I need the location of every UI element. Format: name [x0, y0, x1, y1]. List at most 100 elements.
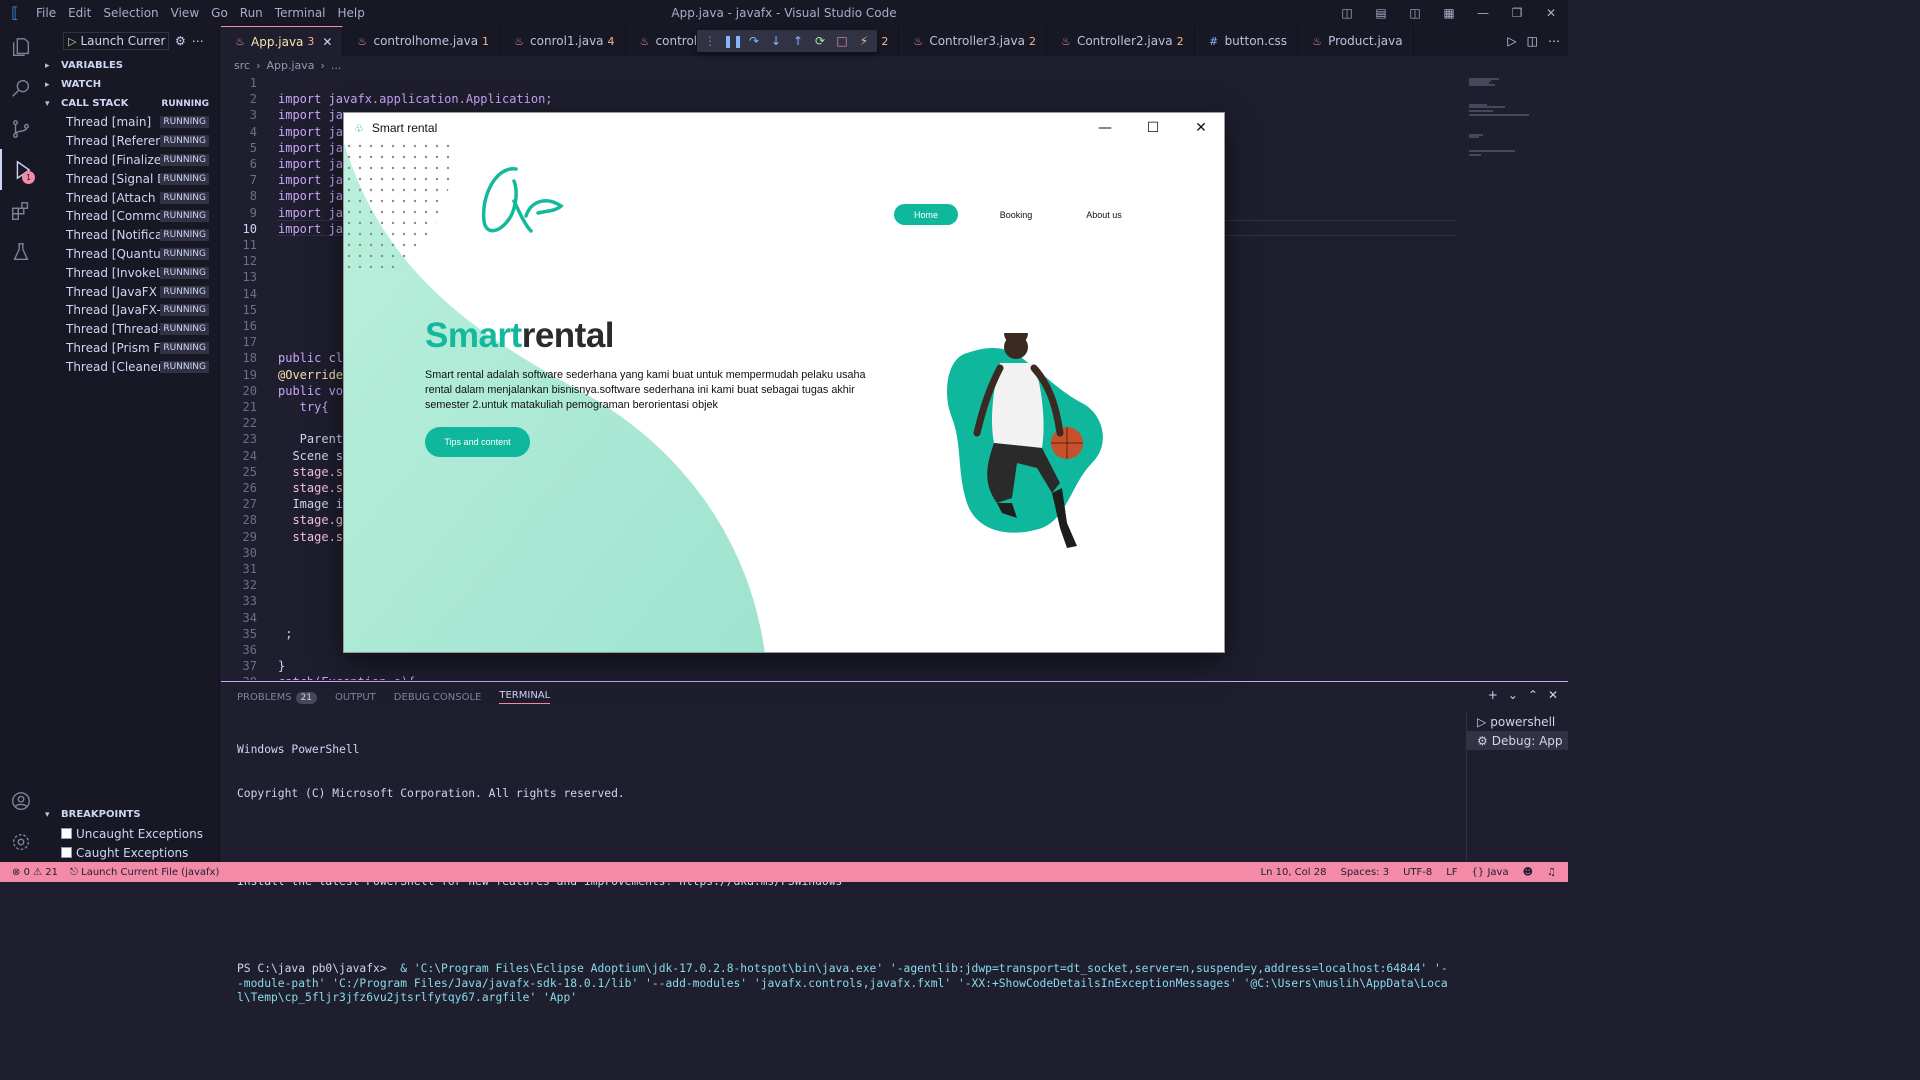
problems-status[interactable]: ⊗ 0 ⚠ 21 — [12, 867, 58, 878]
minimap[interactable] — [1463, 74, 1568, 680]
call-stack-thread[interactable]: Thread [main] RUNNING — [41, 113, 219, 132]
tab-debug-console[interactable]: DEBUG CONSOLE — [394, 692, 482, 703]
menu-run[interactable]: Run — [234, 6, 269, 20]
search-icon[interactable] — [0, 67, 41, 108]
call-stack-thread[interactable]: Thread [JavaFX A...RUNNING — [41, 282, 219, 301]
app-close-button[interactable]: ✕ — [1178, 113, 1224, 143]
editor-tab[interactable]: ♨ App.java 3 ✕ — [221, 26, 344, 56]
call-stack-thread[interactable]: Thread [InvokeLa...RUNNING — [41, 263, 219, 282]
editor-tab[interactable]: # button.css — [1195, 26, 1299, 56]
gear-icon[interactable]: ⚙ — [175, 34, 186, 48]
call-stack-thread[interactable]: Thread [JavaFX-L...RUNNING — [41, 301, 219, 320]
launch-status[interactable]: ⎋ Launch Current File (javafx) — [70, 867, 219, 878]
call-stack-thread[interactable]: Thread [Finalizer] RUNNING — [41, 151, 219, 170]
breakpoints-header-row[interactable]: ▾ BREAKPOINTS — [41, 805, 220, 824]
breadcrumb-src[interactable]: src — [234, 59, 250, 72]
nav-booking[interactable]: Booking — [984, 204, 1048, 225]
tab-problems[interactable]: PROBLEMS 21 — [237, 691, 318, 704]
customize-layout-icon[interactable]: ▦ — [1432, 6, 1466, 20]
editor-tab[interactable]: ♨ Product.java — [1298, 26, 1414, 56]
notifications-bell-icon[interactable]: ♫ — [1547, 867, 1556, 878]
step-into-icon[interactable]: ↓ — [767, 34, 785, 48]
editor-tab[interactable]: ♨ controlhome.java 1 — [343, 26, 501, 56]
uncaught-exceptions-checkbox[interactable] — [61, 828, 72, 839]
breadcrumb-symbol[interactable]: ... — [331, 59, 342, 72]
call-stack-thread[interactable]: Thread [Signal Di...RUNNING — [41, 169, 219, 188]
nav-about-us[interactable]: About us — [1072, 204, 1136, 225]
explorer-icon[interactable] — [0, 26, 41, 67]
maximize-panel-icon[interactable]: ⌃ — [1528, 688, 1538, 702]
chevron-down-icon[interactable]: ⌄ — [1508, 688, 1518, 702]
drag-handle-icon[interactable]: ⋮ — [701, 34, 719, 48]
restore-button[interactable]: ❐ — [1500, 6, 1534, 20]
feedback-icon[interactable]: ☻ — [1523, 867, 1533, 878]
tips-and-content-button[interactable]: Tips and content — [425, 427, 530, 457]
editor-tab[interactable]: ♨ conrol1.java 4 — [500, 26, 626, 56]
language-mode[interactable]: {} Java — [1472, 867, 1509, 878]
testing-icon[interactable] — [0, 231, 41, 272]
extensions-icon[interactable] — [0, 190, 41, 231]
more-actions-icon[interactable]: ⋯ — [1548, 34, 1560, 48]
call-stack-thread[interactable]: Thread [Referenc...RUNNING — [41, 132, 219, 151]
step-over-icon[interactable]: ↷ — [745, 34, 763, 48]
nav-home[interactable]: Home — [894, 204, 958, 225]
new-terminal-icon[interactable]: + — [1488, 688, 1498, 702]
variables-section[interactable]: ▸ VARIABLES — [41, 56, 219, 75]
minimize-button[interactable]: — — [1466, 6, 1500, 20]
restart-icon[interactable]: ⟳ — [811, 34, 829, 48]
launch-config-select[interactable]: ▷ Launch Currer ⌄ — [63, 32, 169, 50]
encoding[interactable]: UTF-8 — [1403, 867, 1432, 878]
call-stack-thread[interactable]: Thread [Prism Fo...RUNNING — [41, 339, 219, 358]
hot-code-replace-icon[interactable]: ⚡ — [855, 34, 873, 48]
editor-tab[interactable]: ♨ Controller2.java 2 — [1047, 26, 1195, 56]
menu-view[interactable]: View — [165, 6, 205, 20]
stop-icon[interactable]: □ — [833, 34, 851, 48]
start-debugging-icon[interactable]: ▷ — [68, 35, 76, 48]
run-icon[interactable]: ▷ — [1507, 34, 1516, 48]
activity-bar: 1 — [0, 26, 41, 862]
more-actions-icon[interactable]: ⋯ — [192, 34, 204, 48]
terminal-debug-app[interactable]: ⚙ Debug: App — [1467, 731, 1568, 750]
call-stack-thread[interactable]: Thread [Cleaner-0]RUNNING — [41, 357, 219, 376]
menu-file[interactable]: File — [30, 6, 62, 20]
menu-help[interactable]: Help — [332, 6, 371, 20]
settings-gear-icon[interactable] — [0, 821, 41, 862]
caught-exceptions-checkbox[interactable] — [61, 847, 72, 858]
terminal-powershell[interactable]: ▷ powershell — [1467, 712, 1568, 731]
call-stack-thread[interactable]: Thread [Quantu...RUNNING — [41, 245, 219, 264]
call-stack-thread[interactable]: Thread [Commo...RUNNING — [41, 207, 219, 226]
breakpoint-caught[interactable]: Caught Exceptions — [41, 843, 220, 862]
app-maximize-button[interactable]: ☐ — [1130, 113, 1176, 143]
app-minimize-button[interactable]: — — [1082, 113, 1128, 143]
close-button[interactable]: ✕ — [1534, 6, 1568, 20]
toggle-panel-icon[interactable]: ▤ — [1364, 6, 1398, 20]
pause-icon[interactable]: ❚❚ — [723, 34, 743, 48]
account-icon[interactable] — [0, 780, 41, 821]
watch-section[interactable]: ▸ WATCH — [41, 75, 219, 94]
call-stack-thread[interactable]: Thread [Attach Li...RUNNING — [41, 188, 219, 207]
source-control-icon[interactable] — [0, 108, 41, 149]
line-number: 33 — [242, 594, 257, 609]
end-of-line[interactable]: LF — [1446, 867, 1457, 878]
cursor-position[interactable]: Ln 10, Col 28 — [1261, 867, 1327, 878]
menu-go[interactable]: Go — [205, 6, 234, 20]
call-stack-thread[interactable]: Thread [Notificat...RUNNING — [41, 226, 219, 245]
run-debug-icon[interactable]: 1 — [0, 149, 41, 190]
tab-terminal[interactable]: TERMINAL — [499, 690, 551, 704]
split-editor-icon[interactable]: ◫ — [1527, 34, 1538, 48]
toggle-secondary-sidebar-icon[interactable]: ◫ — [1398, 6, 1432, 20]
menu-selection[interactable]: Selection — [97, 6, 164, 20]
step-out-icon[interactable]: ↑ — [789, 34, 807, 48]
menu-terminal[interactable]: Terminal — [269, 6, 332, 20]
close-panel-icon[interactable]: ✕ — [1548, 688, 1558, 702]
breakpoint-uncaught[interactable]: Uncaught Exceptions — [41, 824, 220, 843]
menu-edit[interactable]: Edit — [62, 6, 97, 20]
close-tab-icon[interactable]: ✕ — [322, 35, 332, 49]
toggle-sidebar-icon[interactable]: ◫ — [1330, 6, 1364, 20]
tab-output[interactable]: OUTPUT — [335, 692, 376, 703]
call-stack-section[interactable]: ▾ CALL STACK RUNNING — [41, 94, 219, 113]
call-stack-thread[interactable]: Thread [Thread-2]RUNNING — [41, 320, 219, 339]
indentation[interactable]: Spaces: 3 — [1340, 867, 1389, 878]
breadcrumb-file[interactable]: App.java — [266, 59, 314, 72]
editor-tab[interactable]: ♨ Controller3.java 2 — [899, 26, 1047, 56]
